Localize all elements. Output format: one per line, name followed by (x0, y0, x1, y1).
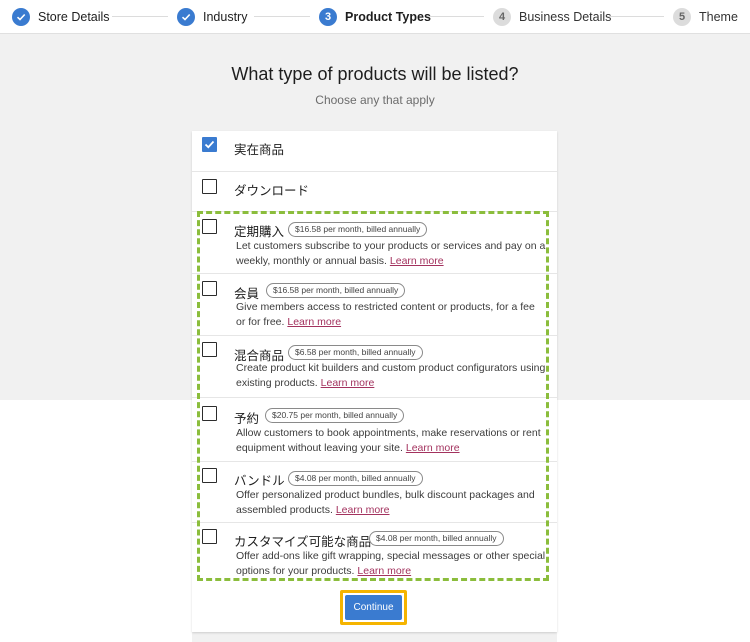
continue-button[interactable]: Continue (345, 595, 402, 620)
learn-more-link[interactable]: Learn more (336, 504, 390, 516)
option-bookings[interactable]: 予約 $20.75 per month, billed annually All… (192, 397, 557, 461)
price-badge: $16.58 per month, billed annually (288, 222, 428, 237)
page-title: What type of products will be listed? (231, 64, 519, 84)
option-bundles[interactable]: バンドル $4.08 per month, billed annually Of… (192, 461, 557, 522)
price-badge: $16.58 per month, billed annually (266, 283, 406, 298)
step-connector (428, 16, 484, 17)
checkbox[interactable] (202, 529, 217, 544)
option-title: ダウンロード (234, 184, 310, 198)
check-icon (12, 8, 30, 26)
checkbox[interactable] (202, 406, 217, 421)
step-number: 5 (673, 8, 691, 26)
background-panel-right (557, 400, 750, 642)
option-description: Allow customers to book appointments, ma… (236, 427, 541, 454)
price-badge: $4.08 per month, billed annually (369, 531, 504, 546)
price-badge: $20.75 per month, billed annually (265, 408, 405, 423)
check-icon (177, 8, 195, 26)
checkbox[interactable] (202, 468, 217, 483)
option-description: Offer add-ons like gift wrapping, specia… (236, 550, 546, 577)
learn-more-link[interactable]: Learn more (406, 442, 460, 454)
background-panel-left (0, 400, 192, 642)
price-badge: $6.58 per month, billed annually (288, 345, 423, 360)
step-number: 3 (319, 8, 337, 26)
step-connector (608, 16, 664, 17)
step-store-details[interactable]: Store Details (12, 7, 110, 27)
step-number: 4 (493, 8, 511, 26)
option-subscriptions[interactable]: 定期購入 $16.58 per month, billed annually L… (192, 211, 557, 273)
option-title: 予約 (234, 412, 260, 426)
product-types-card: 実在商品 ダウンロード 定期購入 $16.58 per month, bille… (192, 131, 557, 632)
option-title: カスタマイズ可能な商品 (234, 535, 372, 549)
step-label: Store Details (38, 10, 110, 24)
learn-more-link[interactable]: Learn more (287, 316, 341, 328)
step-industry[interactable]: Industry (177, 7, 247, 27)
step-product-types[interactable]: 3 Product Types (319, 7, 431, 27)
checkbox[interactable] (202, 137, 217, 152)
price-badge: $4.08 per month, billed annually (288, 471, 423, 486)
learn-more-link[interactable]: Learn more (321, 377, 375, 389)
option-title: バンドル (234, 474, 285, 488)
option-description: Offer personalized product bundles, bulk… (236, 489, 535, 516)
checkbox[interactable] (202, 179, 217, 194)
option-downloads[interactable]: ダウンロード (192, 171, 557, 211)
step-label: Industry (203, 10, 248, 24)
option-title: 定期購入 (234, 225, 285, 239)
option-description: Create product kit builders and custom p… (236, 362, 546, 389)
option-customizable-products[interactable]: カスタマイズ可能な商品 $4.08 per month, billed annu… (192, 522, 557, 584)
learn-more-link[interactable]: Learn more (357, 565, 411, 577)
step-label: Business Details (519, 10, 612, 24)
step-connector (254, 16, 310, 17)
step-business-details[interactable]: 4 Business Details (493, 7, 611, 27)
checkbox[interactable] (202, 281, 217, 296)
checkbox[interactable] (202, 342, 217, 357)
option-description: Give members access to restricted conten… (236, 301, 535, 328)
step-connector (112, 16, 168, 17)
step-label: Product Types (345, 10, 431, 24)
option-description: Let customers subscribe to your products… (236, 240, 546, 267)
option-title: 実在商品 (234, 143, 285, 157)
step-label: Theme (699, 10, 738, 24)
option-memberships[interactable]: 会員 $16.58 per month, billed annually Giv… (192, 273, 557, 335)
option-composite-products[interactable]: 混合商品 $6.58 per month, billed annually Cr… (192, 335, 557, 397)
page-subtitle: Choose any that apply (315, 93, 435, 107)
learn-more-link[interactable]: Learn more (390, 255, 444, 267)
option-physical[interactable]: 実在商品 (192, 131, 557, 171)
step-theme[interactable]: 5 Theme (673, 7, 738, 27)
highlight-continue: Continue (340, 590, 407, 625)
checkbox[interactable] (202, 219, 217, 234)
setup-stepper: Store Details Industry 3 Product Types 4… (0, 0, 750, 34)
